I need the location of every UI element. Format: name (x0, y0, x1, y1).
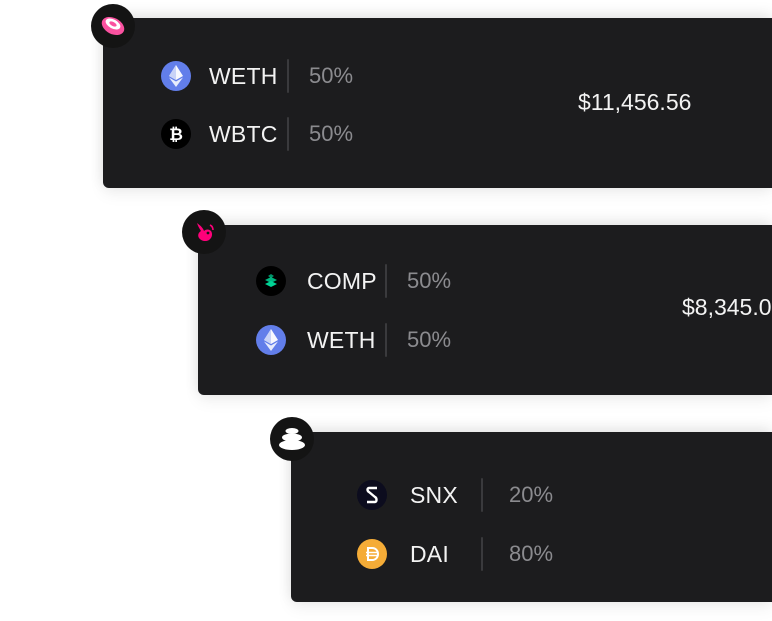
token-row: ₿ WBTC 50% (161, 117, 353, 151)
token-weight: 50% (407, 327, 452, 352)
token-weight: 20% (509, 482, 554, 507)
token-symbol: SNX (410, 481, 458, 508)
token-row: DAI 80% (357, 537, 553, 571)
sushiswap-logo-icon (91, 4, 135, 48)
divider (287, 59, 289, 93)
divider (481, 537, 483, 571)
divider (481, 478, 483, 512)
token-row: WETH 50% (256, 323, 451, 357)
pool-value: $11,456.56 (578, 89, 692, 115)
token-row: SNX 20% (357, 478, 553, 512)
token-symbol: COMP (307, 267, 377, 294)
token-weight: 80% (509, 541, 554, 566)
pool-value: $8,345.0 (682, 294, 772, 320)
synthetix-icon (357, 480, 387, 510)
token-weight: 50% (407, 268, 452, 293)
dai-icon (357, 539, 387, 569)
token-symbol: WETH (307, 326, 376, 353)
token-row: WETH 50% (161, 59, 353, 93)
token-weight: 50% (309, 63, 354, 88)
svg-text:₿: ₿ (169, 125, 183, 144)
token-symbol: WETH (209, 62, 278, 89)
pool-card[interactable]: SNX 20% DAI 80% (291, 432, 772, 602)
token-symbol: WBTC (209, 120, 278, 147)
balancer-logo-icon (270, 417, 314, 461)
divider (287, 117, 289, 151)
ethereum-icon (161, 61, 191, 91)
token-symbol: DAI (410, 540, 449, 567)
uniswap-logo-icon (182, 210, 226, 254)
compound-icon (256, 266, 286, 296)
pool-card[interactable]: COMP 50% WETH 50% $8,345.0 (198, 225, 772, 395)
token-weight: 50% (309, 121, 354, 146)
divider (385, 323, 387, 357)
bitcoin-icon: ₿ (161, 119, 191, 149)
pool-card[interactable]: WETH 50% ₿ WBTC 50% $11,456.56 (103, 18, 772, 188)
token-row: COMP 50% (256, 264, 451, 298)
ethereum-icon (256, 325, 286, 355)
divider (385, 264, 387, 298)
